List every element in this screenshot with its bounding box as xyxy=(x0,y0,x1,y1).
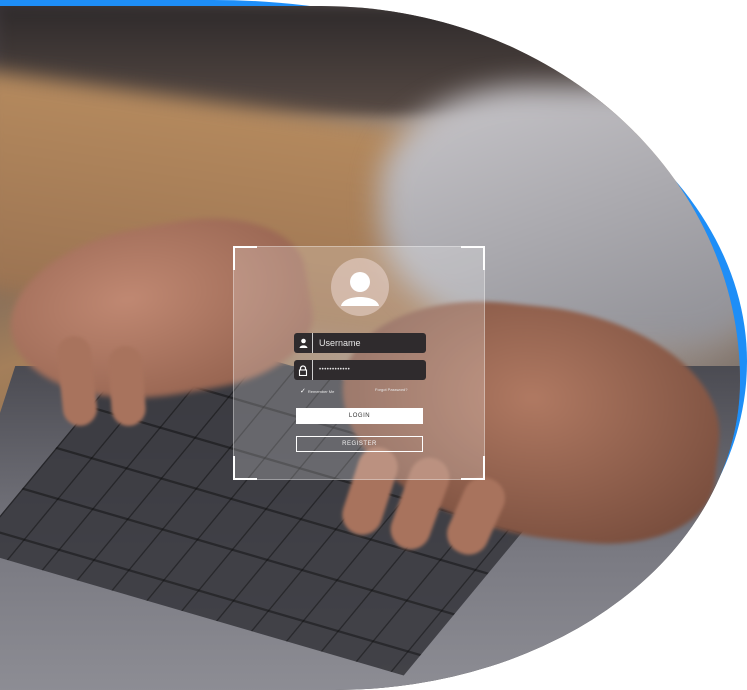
frame-corner xyxy=(233,456,257,480)
user-icon xyxy=(294,333,313,353)
frame-corner xyxy=(461,456,485,480)
frame-corner xyxy=(233,246,257,270)
username-field[interactable]: Username xyxy=(294,333,426,353)
forgot-password-link[interactable]: Forgot Password? xyxy=(375,387,407,392)
lock-icon xyxy=(294,360,313,380)
password-value: •••••••••••• xyxy=(319,367,351,373)
remember-me-checkbox[interactable]: ✓ Remember Me xyxy=(300,387,334,395)
frame-corner xyxy=(461,246,485,270)
login-overlay: Username •••••••••••• ✓ Remember Me Forg… xyxy=(233,246,485,480)
register-button[interactable]: REGISTER xyxy=(296,436,423,452)
checkmark-icon: ✓ xyxy=(300,388,306,395)
password-field[interactable]: •••••••••••• xyxy=(294,360,426,380)
username-value: Username xyxy=(319,338,361,348)
finger xyxy=(107,344,147,428)
laptop-typing-photo: Username •••••••••••• ✓ Remember Me Forg… xyxy=(0,6,740,690)
remember-me-label: Remember Me xyxy=(307,388,335,394)
user-avatar-icon xyxy=(331,258,389,316)
login-button[interactable]: LOGIN xyxy=(296,408,423,424)
